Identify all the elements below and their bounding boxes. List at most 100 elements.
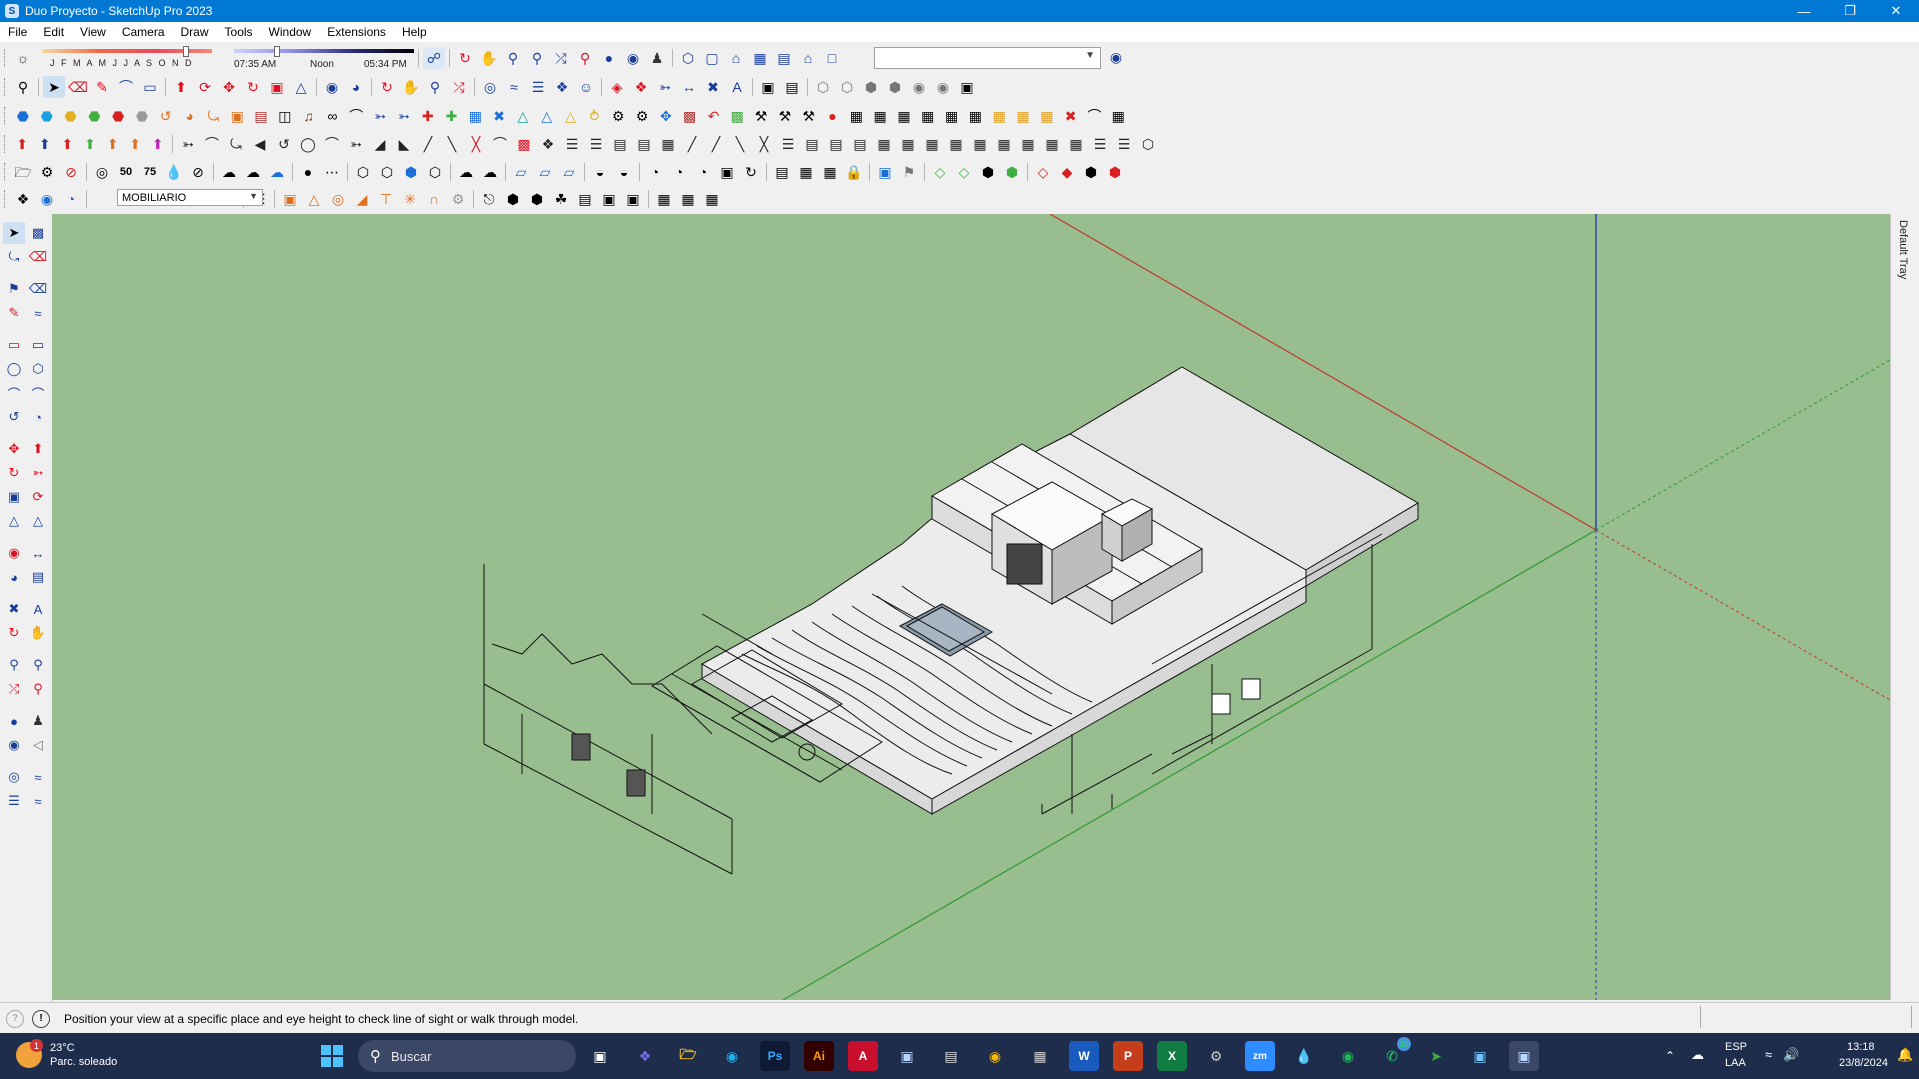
speaker-icon[interactable]: 🔊 [1783, 1047, 1799, 1063]
lasso-tool-icon[interactable]: ⤿ [3, 246, 25, 268]
onedrive-icon[interactable]: ☁ [1691, 1047, 1704, 1063]
profile-tool-1-icon[interactable]: ➳ [177, 133, 199, 155]
plugin-pattern-2-icon[interactable]: ▦ [869, 105, 891, 127]
follow-me-icon[interactable]: ➳ [654, 76, 676, 98]
plugin-triangle-icon[interactable]: △ [512, 105, 534, 127]
plugin-push-magenta-icon[interactable]: ⬆ [147, 133, 168, 155]
parallelogram-blue-3-icon[interactable]: ▱ [558, 161, 580, 183]
search-icon[interactable]: ⚲ [12, 76, 34, 98]
plugin-pattern-4-icon[interactable]: ▦ [917, 105, 939, 127]
plugin-orange-spiral-icon[interactable]: ⤿ [202, 105, 224, 127]
profile-tool-28-icon[interactable]: ▤ [825, 133, 847, 155]
user-icon[interactable]: ☺ [575, 76, 597, 98]
scenes-dropdown[interactable]: ▼ [874, 47, 1101, 69]
profile-tool-39-icon[interactable]: ☰ [1089, 133, 1111, 155]
polygon-tool-icon[interactable]: ⬡ [27, 358, 49, 380]
whatsapp-icon[interactable]: ✆ 36 [1377, 1037, 1411, 1071]
select-tool-icon[interactable]: ➤ [3, 222, 25, 244]
previous-tool-icon[interactable]: ⚲ [27, 678, 49, 700]
furniture-icon[interactable]: ▣ [279, 188, 301, 210]
layers-icon[interactable]: ☰ [527, 76, 549, 98]
red-cube-icon[interactable]: ⬢ [1104, 161, 1126, 183]
stair-icon[interactable]: ▤ [771, 161, 793, 183]
chevron-up-icon[interactable]: ⌃ [1665, 1049, 1675, 1063]
plugin-pattern-6-icon[interactable]: ▦ [964, 105, 986, 127]
red-diamond-2-icon[interactable]: ◆ [1056, 161, 1078, 183]
sandbox-tool-icon[interactable]: ≈ [27, 766, 49, 788]
plugin-cross-green-icon[interactable]: ✚ [441, 105, 463, 127]
curve-circle-2-icon[interactable]: ◒ [613, 161, 635, 183]
profile-tool-18-icon[interactable]: ☰ [585, 133, 607, 155]
zoom-extents-icon[interactable]: ⤮ [550, 47, 572, 69]
profile-tool-25-icon[interactable]: ╳ [753, 133, 775, 155]
profile-tool-26-icon[interactable]: ☰ [777, 133, 799, 155]
map-icon[interactable]: ▣ [874, 161, 896, 183]
photoshop-icon[interactable]: Ps [760, 1041, 790, 1071]
plugin-grid-icon[interactable]: ▦ [464, 105, 486, 127]
plugin-cross-red-icon[interactable]: ✚ [417, 105, 439, 127]
frame-icon[interactable]: ▣ [598, 188, 620, 210]
axes-tool-icon[interactable]: ✖ [3, 598, 25, 620]
calculator-icon[interactable]: ▦ [1025, 1041, 1055, 1071]
weather-widget[interactable]: 1 23°C Parc. soleado [16, 1039, 117, 1069]
plugin-swirl-icon[interactable]: ⥁ [583, 105, 605, 127]
plugin-path-icon[interactable]: ➳ [369, 105, 391, 127]
offset-icon[interactable]: ⟳ [194, 76, 216, 98]
walk-through-icon[interactable]: ☍ [423, 47, 445, 69]
dot-icon[interactable]: ● [297, 161, 319, 183]
box-2-icon[interactable]: ⬢ [526, 188, 548, 210]
plugin-move-icon[interactable]: ✥ [655, 105, 677, 127]
plugin-paint-icon[interactable]: ▩ [726, 105, 748, 127]
hexagon-3-icon[interactable]: ⬡ [424, 161, 446, 183]
sandbox-2-icon[interactable]: ◉ [932, 76, 954, 98]
axes-icon[interactable]: ✖ [702, 76, 724, 98]
profile-tool-6-icon[interactable]: ◯ [297, 133, 319, 155]
spotify-icon[interactable]: ◉ [1333, 1041, 1363, 1071]
profile-tool-40-icon[interactable]: ☰ [1113, 133, 1135, 155]
cube-2-icon[interactable]: ⬢ [1080, 161, 1102, 183]
warehouse-tool-icon[interactable]: ◎ [3, 766, 25, 788]
language-top[interactable]: ESP [1725, 1041, 1747, 1053]
plugin-link-icon[interactable]: ∞ [322, 105, 344, 127]
plant-icon[interactable]: ☘ [550, 188, 572, 210]
profile-tool-41-icon[interactable]: ⬡ [1137, 133, 1159, 155]
plugin-bezier-icon[interactable]: ⌒ [1084, 105, 1106, 127]
chrome-icon[interactable]: ◉ [980, 1041, 1010, 1071]
window-icon[interactable]: ▦ [795, 161, 817, 183]
measurements-box[interactable] [1700, 1006, 1912, 1028]
flip-2-tool-icon[interactable]: △ [27, 510, 49, 532]
look-around-tool-icon[interactable]: ◉ [3, 734, 25, 756]
orbit-icon-2[interactable]: ↻ [376, 76, 398, 98]
profile-tool-2-icon[interactable]: ⌒ [201, 133, 223, 155]
plugin-panel-icon[interactable]: ◫ [274, 105, 296, 127]
pan-icon[interactable]: ✋ [478, 47, 500, 69]
green-cube-icon[interactable]: ⬢ [1001, 161, 1023, 183]
hatch-icon[interactable]: ▤ [574, 188, 596, 210]
green-app-icon[interactable]: ➤ [1421, 1041, 1451, 1071]
month-slider-handle[interactable] [183, 46, 189, 57]
front-view-icon[interactable]: ⌂ [725, 47, 747, 69]
push-pull-icon[interactable]: ⬆ [170, 76, 192, 98]
profile-tool-21-icon[interactable]: ▦ [657, 133, 679, 155]
profile-tool-12-icon[interactable]: ╲ [441, 133, 463, 155]
plugin-push-orange-2-icon[interactable]: ⬆ [125, 133, 146, 155]
notification-bell-icon[interactable]: 🔔 [1897, 1047, 1913, 1063]
section-planes-icon[interactable]: ❖ [12, 188, 34, 210]
eraser-tool-icon[interactable]: ⌫ [27, 246, 49, 268]
shaded-textures-icon[interactable]: ⬢ [884, 76, 906, 98]
plugin-push-green-icon[interactable]: ⬆ [80, 133, 101, 155]
arch-orange-icon[interactable]: ∩ [423, 188, 445, 210]
green-diamond-2-icon[interactable]: ◇ [953, 161, 975, 183]
section-display-icon[interactable]: ◉ [36, 188, 58, 210]
section-plane-tool-icon[interactable]: ◁ [27, 734, 49, 756]
flip-icon[interactable]: △ [290, 76, 312, 98]
geolocation-icon[interactable]: ? [6, 1009, 24, 1028]
back-view-icon[interactable]: ▤ [773, 47, 795, 69]
default-tray[interactable]: Default Tray [1890, 214, 1919, 1000]
bottom-view-icon[interactable]: □ [821, 47, 843, 69]
close-button[interactable]: ✕ [1873, 0, 1919, 22]
plugin-stack-icon[interactable]: ▤ [250, 105, 272, 127]
back-edges-icon[interactable]: ▤ [781, 76, 803, 98]
plugin-drop-icon[interactable]: 💧 [163, 161, 185, 183]
plugin-gear-icon[interactable]: ⚙ [607, 105, 629, 127]
